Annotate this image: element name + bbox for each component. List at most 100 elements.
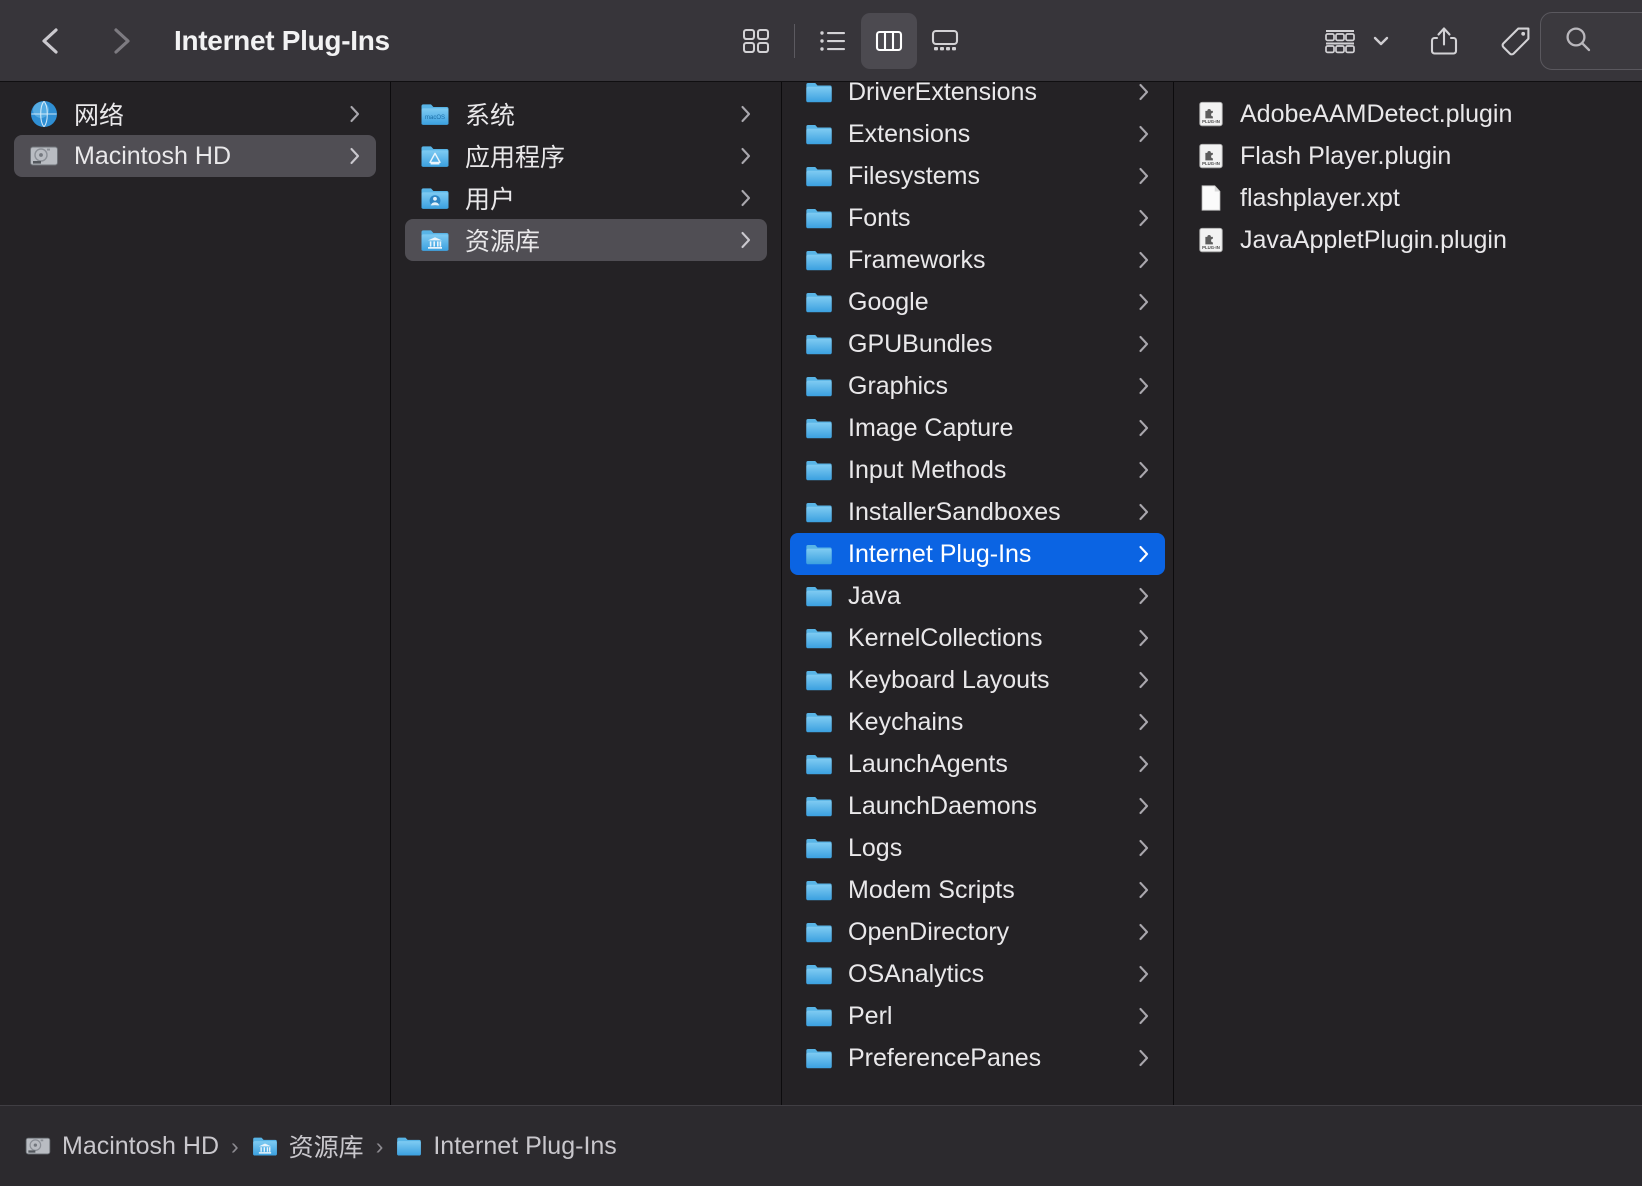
chevron-right-icon[interactable]	[1135, 207, 1153, 229]
group-by-button[interactable]	[1312, 13, 1368, 69]
chevron-right-icon[interactable]	[1135, 417, 1153, 439]
folder-row[interactable]: Keychains	[790, 701, 1165, 743]
chevron-right-icon[interactable]	[1135, 837, 1153, 859]
chevron-right-icon[interactable]	[1135, 963, 1153, 985]
chevron-right-icon[interactable]	[1135, 669, 1153, 691]
folder-row[interactable]: 用户	[405, 177, 767, 219]
chevron-right-icon[interactable]	[1135, 375, 1153, 397]
column-devices[interactable]: 网络 Macintosh HD	[0, 82, 390, 1105]
chevron-right-icon[interactable]	[1135, 249, 1153, 271]
folder-row[interactable]: InstallerSandboxes	[790, 491, 1165, 533]
plugin-icon: PLUG-IN	[1196, 141, 1226, 171]
folder-row[interactable]: DriverExtensions	[790, 82, 1165, 113]
folder-row[interactable]: Extensions	[790, 113, 1165, 155]
folder-icon	[804, 539, 834, 569]
chevron-right-icon[interactable]	[1135, 82, 1153, 103]
breadcrumb-item[interactable]: Macintosh HD	[24, 1132, 219, 1161]
toolbar-divider	[794, 24, 796, 58]
folder-row[interactable]: PreferencePanes	[790, 1037, 1165, 1079]
chevron-right-icon[interactable]	[1135, 333, 1153, 355]
chevron-right-icon[interactable]	[737, 229, 755, 251]
folder-row[interactable]: Internet Plug-Ins	[790, 533, 1165, 575]
folder-row[interactable]: Modem Scripts	[790, 869, 1165, 911]
folder-row[interactable]: Filesystems	[790, 155, 1165, 197]
share-button[interactable]	[1416, 13, 1472, 69]
file-row[interactable]: PLUG-IN JavaAppletPlugin.plugin	[1182, 219, 1634, 261]
folder-row[interactable]: GPUBundles	[790, 323, 1165, 365]
folder-row[interactable]: KernelCollections	[790, 617, 1165, 659]
folder-library-icon	[251, 1132, 279, 1160]
chevron-right-icon[interactable]	[346, 145, 364, 167]
column-volume-root[interactable]: macOS 系统 应用程序 用户 资源库	[390, 82, 781, 1105]
column-library[interactable]: DriverExtensions Extensions Filesystems Fon…	[781, 82, 1173, 1105]
chevron-right-icon[interactable]	[1135, 585, 1153, 607]
breadcrumb-label: 资源库	[288, 1134, 364, 1162]
column-view-button[interactable]	[861, 13, 918, 69]
chevron-right-icon[interactable]	[737, 187, 755, 209]
chevron-down-icon[interactable]	[1368, 28, 1394, 54]
folder-row[interactable]: Frameworks	[790, 239, 1165, 281]
chevron-right-icon[interactable]	[1135, 711, 1153, 733]
chevron-right-icon[interactable]	[1135, 1005, 1153, 1027]
folder-icon	[804, 623, 834, 653]
folder-row[interactable]: Fonts	[790, 197, 1165, 239]
chevron-right-icon[interactable]	[1135, 165, 1153, 187]
file-row[interactable]: PLUG-IN AdobeAAMDetect.plugin	[1182, 93, 1634, 135]
folder-row[interactable]: Image Capture	[790, 407, 1165, 449]
chevron-right-icon[interactable]	[1135, 123, 1153, 145]
item-label: Google	[848, 287, 929, 316]
chevron-right-icon[interactable]	[1135, 459, 1153, 481]
file-row[interactable]: PLUG-IN Flash Player.plugin	[1182, 135, 1634, 177]
chevron-right-icon[interactable]	[1135, 795, 1153, 817]
column-internet-plugins[interactable]: PLUG-IN AdobeAAMDetect.plugin PLUG-IN Flash…	[1173, 82, 1642, 1105]
chevron-right-icon[interactable]	[1135, 291, 1153, 313]
breadcrumb-item[interactable]: 资源库	[251, 1128, 364, 1164]
folder-icon	[804, 707, 834, 737]
folder-row[interactable]: Macintosh HD	[14, 135, 376, 177]
item-label: AdobeAAMDetect.plugin	[1240, 99, 1513, 128]
item-label: flashplayer.xpt	[1240, 183, 1400, 212]
folder-row[interactable]: Google	[790, 281, 1165, 323]
chevron-right-icon[interactable]	[737, 103, 755, 125]
list-view-button[interactable]	[805, 13, 861, 69]
chevron-right-icon[interactable]	[1135, 879, 1153, 901]
folder-row[interactable]: Logs	[790, 827, 1165, 869]
folder-row[interactable]: 资源库	[405, 219, 767, 261]
folder-icon	[804, 1043, 834, 1073]
chevron-right-icon[interactable]	[1135, 543, 1153, 565]
breadcrumb-label: Macintosh HD	[62, 1131, 219, 1160]
folder-row[interactable]: 应用程序	[405, 135, 767, 177]
folder-row[interactable]: macOS 系统	[405, 93, 767, 135]
item-label: Keyboard Layouts	[848, 665, 1050, 694]
gallery-view-button[interactable]	[917, 13, 973, 69]
folder-row[interactable]: OpenDirectory	[790, 911, 1165, 953]
icon-view-button[interactable]	[728, 13, 784, 69]
folder-row[interactable]: LaunchDaemons	[790, 785, 1165, 827]
forward-button[interactable]	[100, 20, 142, 62]
folder-row[interactable]: Graphics	[790, 365, 1165, 407]
folder-icon	[804, 287, 834, 317]
chevron-right-icon[interactable]	[737, 145, 755, 167]
chevron-right-icon[interactable]	[1135, 921, 1153, 943]
tag-button[interactable]	[1488, 13, 1544, 69]
search-input[interactable]	[1540, 12, 1642, 70]
folder-row[interactable]: OSAnalytics	[790, 953, 1165, 995]
chevron-right-icon[interactable]	[1135, 501, 1153, 523]
item-label: PreferencePanes	[848, 1043, 1042, 1072]
folder-row[interactable]: 网络	[14, 93, 376, 135]
chevron-right-icon[interactable]	[1135, 753, 1153, 775]
folder-row[interactable]: LaunchAgents	[790, 743, 1165, 785]
chevron-right-icon[interactable]	[346, 103, 364, 125]
page-title: Internet Plug-Ins	[174, 25, 390, 56]
item-label: 网络	[74, 102, 125, 130]
svg-text:PLUG-IN: PLUG-IN	[1202, 119, 1220, 124]
folder-row[interactable]: Keyboard Layouts	[790, 659, 1165, 701]
folder-row[interactable]: Input Methods	[790, 449, 1165, 491]
back-button[interactable]	[30, 20, 72, 62]
folder-row[interactable]: Perl	[790, 995, 1165, 1037]
chevron-right-icon[interactable]	[1135, 627, 1153, 649]
file-row[interactable]: flashplayer.xpt	[1182, 177, 1634, 219]
chevron-right-icon[interactable]	[1135, 1047, 1153, 1069]
folder-row[interactable]: Java	[790, 575, 1165, 617]
breadcrumb-item[interactable]: Internet Plug-Ins	[395, 1132, 617, 1161]
